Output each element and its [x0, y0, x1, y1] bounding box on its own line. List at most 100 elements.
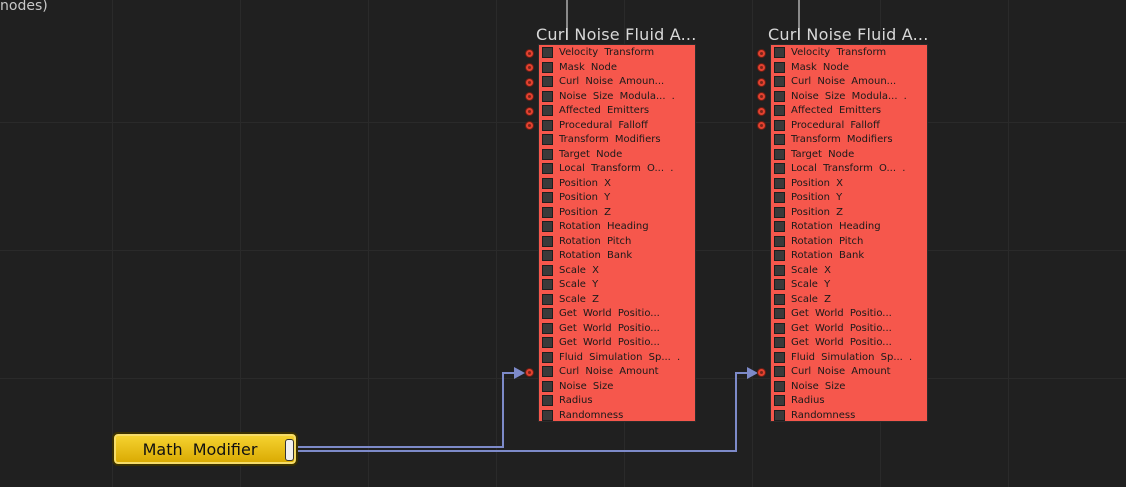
checkbox-icon[interactable]: [542, 177, 553, 189]
port-row[interactable]: Affected Emitters: [757, 104, 927, 119]
port-row[interactable]: Scale Y: [771, 278, 927, 293]
checkbox-icon[interactable]: [542, 90, 553, 102]
checkbox-icon[interactable]: [774, 221, 785, 233]
checkbox-icon[interactable]: [542, 351, 553, 363]
connector-icon[interactable]: [525, 77, 534, 87]
checkbox-icon[interactable]: [542, 264, 553, 276]
checkbox-icon[interactable]: [542, 163, 553, 175]
port-row[interactable]: Procedural Falloff: [757, 118, 927, 133]
checkbox-icon[interactable]: [774, 163, 785, 175]
checkbox-icon[interactable]: [774, 250, 785, 262]
port-row[interactable]: Target Node: [539, 147, 695, 162]
port-row[interactable]: Get World Positio...: [539, 336, 695, 351]
connector-icon[interactable]: [757, 48, 766, 58]
port-row[interactable]: Position Z: [771, 205, 927, 220]
port-row[interactable]: Fluid Simulation Sp... .: [539, 350, 695, 365]
port-row[interactable]: Position X: [539, 176, 695, 191]
port-row[interactable]: Randomness: [771, 408, 927, 423]
math-modifier-node[interactable]: Math Modifier: [112, 432, 298, 466]
port-row[interactable]: Local Transform O... .: [539, 162, 695, 177]
checkbox-icon[interactable]: [542, 105, 553, 117]
connector-icon[interactable]: [757, 77, 766, 87]
checkbox-icon[interactable]: [774, 279, 785, 291]
checkbox-icon[interactable]: [542, 395, 553, 407]
checkbox-icon[interactable]: [542, 293, 553, 305]
port-row[interactable]: Transform Modifiers: [539, 133, 695, 148]
port-row[interactable]: Position Z: [539, 205, 695, 220]
port-row[interactable]: Noise Size Modula... .: [757, 89, 927, 104]
port-row[interactable]: Rotation Heading: [539, 220, 695, 235]
port-row[interactable]: Curl Noise Amount: [757, 365, 927, 380]
port-row[interactable]: Noise Size: [539, 379, 695, 394]
port-row[interactable]: Scale Z: [539, 292, 695, 307]
checkbox-icon[interactable]: [542, 206, 553, 218]
node-title[interactable]: Curl Noise Fluid A...: [768, 25, 929, 44]
port-row[interactable]: Target Node: [771, 147, 927, 162]
connector-icon[interactable]: [757, 63, 766, 72]
checkbox-icon[interactable]: [774, 337, 785, 349]
port-row[interactable]: Radius: [771, 394, 927, 409]
port-row[interactable]: Procedural Falloff: [525, 118, 695, 133]
port-row[interactable]: Scale Y: [539, 278, 695, 293]
port-row[interactable]: Get World Positio...: [539, 307, 695, 322]
port-row[interactable]: Randomness: [539, 408, 695, 423]
port-row[interactable]: Curl Noise Amount: [525, 365, 695, 380]
output-port-handle[interactable]: [285, 439, 294, 461]
port-row[interactable]: Rotation Pitch: [771, 234, 927, 249]
checkbox-icon[interactable]: [774, 119, 785, 131]
port-row[interactable]: Scale X: [771, 263, 927, 278]
checkbox-icon[interactable]: [774, 61, 785, 73]
checkbox-icon[interactable]: [542, 134, 553, 146]
connector-icon[interactable]: [757, 106, 766, 116]
port-row[interactable]: Position Y: [771, 191, 927, 206]
checkbox-icon[interactable]: [774, 47, 785, 59]
wire-math-to-node-1[interactable]: [298, 372, 514, 448]
checkbox-icon[interactable]: [542, 119, 553, 131]
checkbox-icon[interactable]: [774, 148, 785, 160]
port-row[interactable]: Get World Positio...: [771, 336, 927, 351]
port-row[interactable]: Mask Node: [757, 60, 927, 75]
port-row[interactable]: Position Y: [539, 191, 695, 206]
port-row[interactable]: Get World Positio...: [771, 307, 927, 322]
port-row[interactable]: Curl Noise Amoun...: [757, 75, 927, 90]
port-row[interactable]: Local Transform O... .: [771, 162, 927, 177]
checkbox-icon[interactable]: [542, 366, 553, 378]
connector-icon[interactable]: [757, 92, 766, 101]
port-row[interactable]: Velocity Transform: [525, 46, 695, 61]
port-row[interactable]: Noise Size Modula... .: [525, 89, 695, 104]
port-row[interactable]: Position X: [771, 176, 927, 191]
connector-icon[interactable]: [757, 367, 766, 377]
port-row[interactable]: Rotation Bank: [539, 249, 695, 264]
checkbox-icon[interactable]: [542, 337, 553, 349]
checkbox-icon[interactable]: [542, 192, 553, 204]
checkbox-icon[interactable]: [774, 366, 785, 378]
connector-icon[interactable]: [525, 121, 534, 130]
port-row[interactable]: Mask Node: [525, 60, 695, 75]
connector-icon[interactable]: [525, 92, 534, 101]
port-row[interactable]: Rotation Bank: [771, 249, 927, 264]
node-body[interactable]: Velocity Transform Mask Node Curl Noise Am…: [525, 44, 696, 423]
checkbox-icon[interactable]: [542, 279, 553, 291]
checkbox-icon[interactable]: [542, 308, 553, 320]
checkbox-icon[interactable]: [542, 221, 553, 233]
checkbox-icon[interactable]: [774, 293, 785, 305]
checkbox-icon[interactable]: [542, 380, 553, 392]
port-row[interactable]: Fluid Simulation Sp... .: [771, 350, 927, 365]
checkbox-icon[interactable]: [774, 409, 785, 421]
node-title[interactable]: Curl Noise Fluid A...: [536, 25, 697, 44]
port-row[interactable]: Get World Positio...: [771, 321, 927, 336]
checkbox-icon[interactable]: [542, 76, 553, 88]
connector-icon[interactable]: [525, 367, 534, 377]
checkbox-icon[interactable]: [774, 380, 785, 392]
checkbox-icon[interactable]: [774, 90, 785, 102]
port-row[interactable]: Scale Z: [771, 292, 927, 307]
checkbox-icon[interactable]: [542, 61, 553, 73]
connector-icon[interactable]: [525, 48, 534, 58]
checkbox-icon[interactable]: [774, 192, 785, 204]
connector-icon[interactable]: [757, 121, 766, 130]
checkbox-icon[interactable]: [774, 206, 785, 218]
port-row[interactable]: Rotation Pitch: [539, 234, 695, 249]
connector-icon[interactable]: [525, 106, 534, 116]
port-row[interactable]: Scale X: [539, 263, 695, 278]
checkbox-icon[interactable]: [774, 308, 785, 320]
